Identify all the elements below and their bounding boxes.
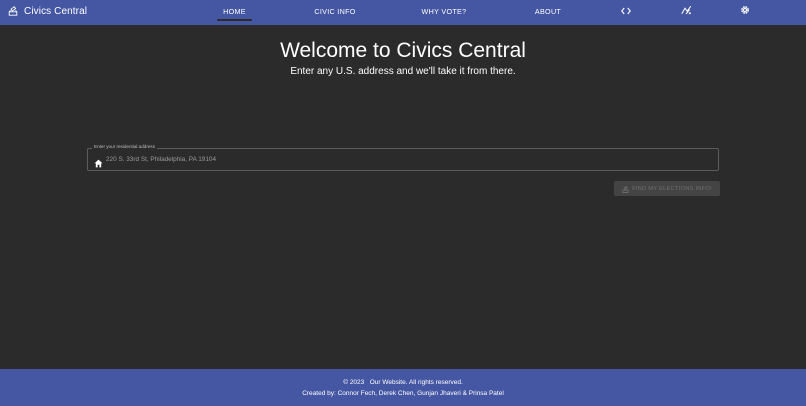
settings-icon [740,2,750,20]
tab-civic-info[interactable]: CIVIC INFO [307,0,363,22]
footer: © 2023 Our Website. All rights reserved.… [0,369,806,406]
code-button[interactable] [617,0,635,22]
tab-home-label: HOME [223,6,246,16]
tab-home[interactable]: HOME [217,0,252,22]
app-root: Civics Central HOME CIVIC INFO WHY VOTE?… [0,0,806,406]
address-field-label: Enter your residential address [92,144,158,149]
find-elections-button-label: FIND MY ELECTIONS INFO! [632,185,712,192]
tab-about[interactable]: ABOUT [528,0,568,22]
footer-credits: Created by: Connor Fech, Derek Chen, Gun… [302,390,504,397]
brand-title: Civics Central [24,5,88,17]
address-field[interactable]: Enter your residential address [87,144,719,171]
accessibility-button[interactable] [677,0,695,22]
footer-copyright: © 2023 Our Website. All rights reserved. [343,379,463,386]
find-elections-button[interactable]: FIND MY ELECTIONS INFO! [614,181,720,196]
page-title: Welcome to Civics Central [280,39,526,62]
code-icon [621,2,631,20]
ballot-box-icon [8,6,18,16]
address-input[interactable] [106,153,706,166]
accessibility-icon [680,2,692,20]
top-app-bar: Civics Central HOME CIVIC INFO WHY VOTE?… [0,0,806,25]
ballot-box-icon [622,180,629,198]
tab-why-vote[interactable]: WHY VOTE? [418,0,470,22]
home-icon [94,155,103,168]
tab-civic-info-label: CIVIC INFO [314,6,356,16]
settings-button[interactable] [736,0,754,22]
tab-why-vote-label: WHY VOTE? [421,6,467,16]
tab-about-label: ABOUT [534,6,562,16]
page-subtitle: Enter any U.S. address and we'll take it… [290,66,516,77]
brand-link[interactable]: Civics Central [8,0,87,22]
